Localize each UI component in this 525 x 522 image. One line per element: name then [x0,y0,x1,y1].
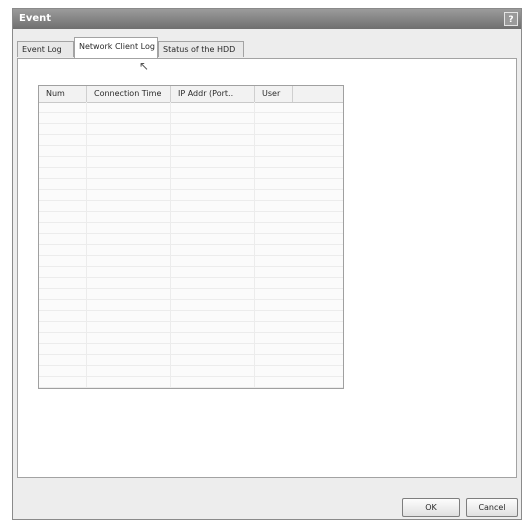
ok-button[interactable]: OK [402,498,460,517]
help-button[interactable]: ? [504,12,518,26]
tab-panel: Num Connection Time IP Addr (Port.. User [17,58,517,478]
list-header: Num Connection Time IP Addr (Port.. User [39,86,343,103]
mouse-pointer-icon: ↖ [139,59,150,73]
cancel-button[interactable]: Cancel [466,498,518,517]
dialog-title: Event [19,13,52,24]
column-header-num[interactable]: Num [39,86,87,102]
network-client-log-list[interactable]: Num Connection Time IP Addr (Port.. User [38,85,344,389]
column-header-user[interactable]: User [255,86,293,102]
title-bar[interactable]: Event ? [13,9,521,29]
column-header-connection-time[interactable]: Connection Time [87,86,171,102]
tab-event-log[interactable]: Event Log [17,41,74,57]
column-header-ip-addr[interactable]: IP Addr (Port.. [171,86,255,102]
event-dialog: Event ? Event Log Network Client Log Sta… [12,8,522,520]
tab-network-client-log[interactable]: Network Client Log [74,37,158,58]
tab-status-of-the-hdd[interactable]: Status of the HDD [158,41,244,57]
list-body-empty [39,102,343,388]
